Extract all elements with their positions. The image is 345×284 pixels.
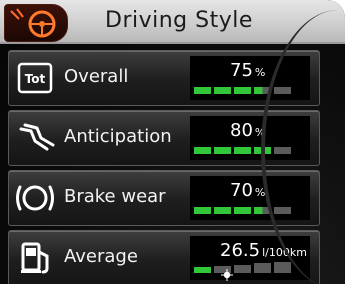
header-bar: Driving Style bbox=[0, 0, 345, 44]
brake-wear-progress-bar bbox=[194, 207, 294, 214]
progress-segment bbox=[254, 147, 271, 154]
anticipation-icon bbox=[13, 118, 57, 158]
average-value: 26.5 l/100km bbox=[220, 240, 307, 261]
progress-segment bbox=[214, 87, 231, 94]
overall-value-box: 75% bbox=[190, 56, 310, 100]
progress-segment bbox=[194, 207, 211, 214]
row-label: Brake wear bbox=[64, 186, 166, 207]
anticipation-value: 80% bbox=[230, 120, 265, 141]
row-label: Average bbox=[64, 246, 138, 267]
fuel-pump-icon bbox=[13, 238, 57, 278]
brake-warning-icon bbox=[13, 178, 57, 218]
overall-value: 75% bbox=[230, 60, 265, 81]
progress-segment bbox=[254, 87, 271, 94]
row-label: Overall bbox=[64, 66, 129, 87]
brake-wear-number: 70 bbox=[230, 180, 253, 201]
progress-segment bbox=[254, 207, 271, 214]
progress-segment bbox=[234, 87, 251, 94]
progress-segment bbox=[194, 147, 211, 154]
anticipation-progress-bar bbox=[194, 147, 294, 154]
overall-progress-bar bbox=[194, 87, 294, 94]
page-title: Driving Style bbox=[105, 8, 253, 33]
average-number: 26.5 bbox=[220, 240, 261, 261]
progress-segment bbox=[274, 262, 291, 273]
progress-segment bbox=[194, 267, 211, 273]
svg-text:Tot: Tot bbox=[25, 72, 46, 86]
average-unit: l/100km bbox=[262, 246, 307, 259]
anticipation-unit: % bbox=[254, 126, 266, 139]
overall-row[interactable]: Tot Overall 75% bbox=[8, 50, 320, 106]
average-value-box: 26.5 l/100km bbox=[190, 236, 310, 281]
steering-wheel-icon[interactable] bbox=[4, 4, 68, 42]
average-marker-icon bbox=[221, 266, 233, 281]
progress-segment bbox=[274, 207, 291, 214]
row-label: Anticipation bbox=[64, 126, 172, 147]
progress-segment bbox=[274, 147, 291, 154]
progress-segment bbox=[214, 147, 231, 154]
anticipation-value-box: 80% bbox=[190, 116, 310, 160]
anticipation-number: 80 bbox=[230, 120, 253, 141]
progress-segment bbox=[234, 207, 251, 214]
tot-badge-icon: Tot bbox=[13, 58, 57, 98]
progress-segment bbox=[274, 87, 291, 94]
overall-number: 75 bbox=[230, 60, 253, 81]
progress-segment bbox=[214, 207, 231, 214]
brake-wear-value-box: 70% bbox=[190, 176, 310, 220]
progress-segment bbox=[254, 263, 271, 273]
progress-segment bbox=[234, 264, 251, 273]
driving-style-screen: Driving Style Tot Overall 75% Anticipati… bbox=[0, 0, 345, 284]
progress-segment bbox=[194, 87, 211, 94]
brake-wear-value: 70% bbox=[230, 180, 265, 201]
progress-segment bbox=[234, 147, 251, 154]
average-progress-bar bbox=[194, 262, 294, 273]
overall-unit: % bbox=[254, 66, 266, 79]
brake-wear-unit: % bbox=[254, 186, 266, 199]
average-row[interactable]: Average 26.5 l/100km bbox=[8, 230, 320, 284]
anticipation-row[interactable]: Anticipation 80% bbox=[8, 110, 320, 166]
brake-wear-row[interactable]: Brake wear 70% bbox=[8, 170, 320, 226]
